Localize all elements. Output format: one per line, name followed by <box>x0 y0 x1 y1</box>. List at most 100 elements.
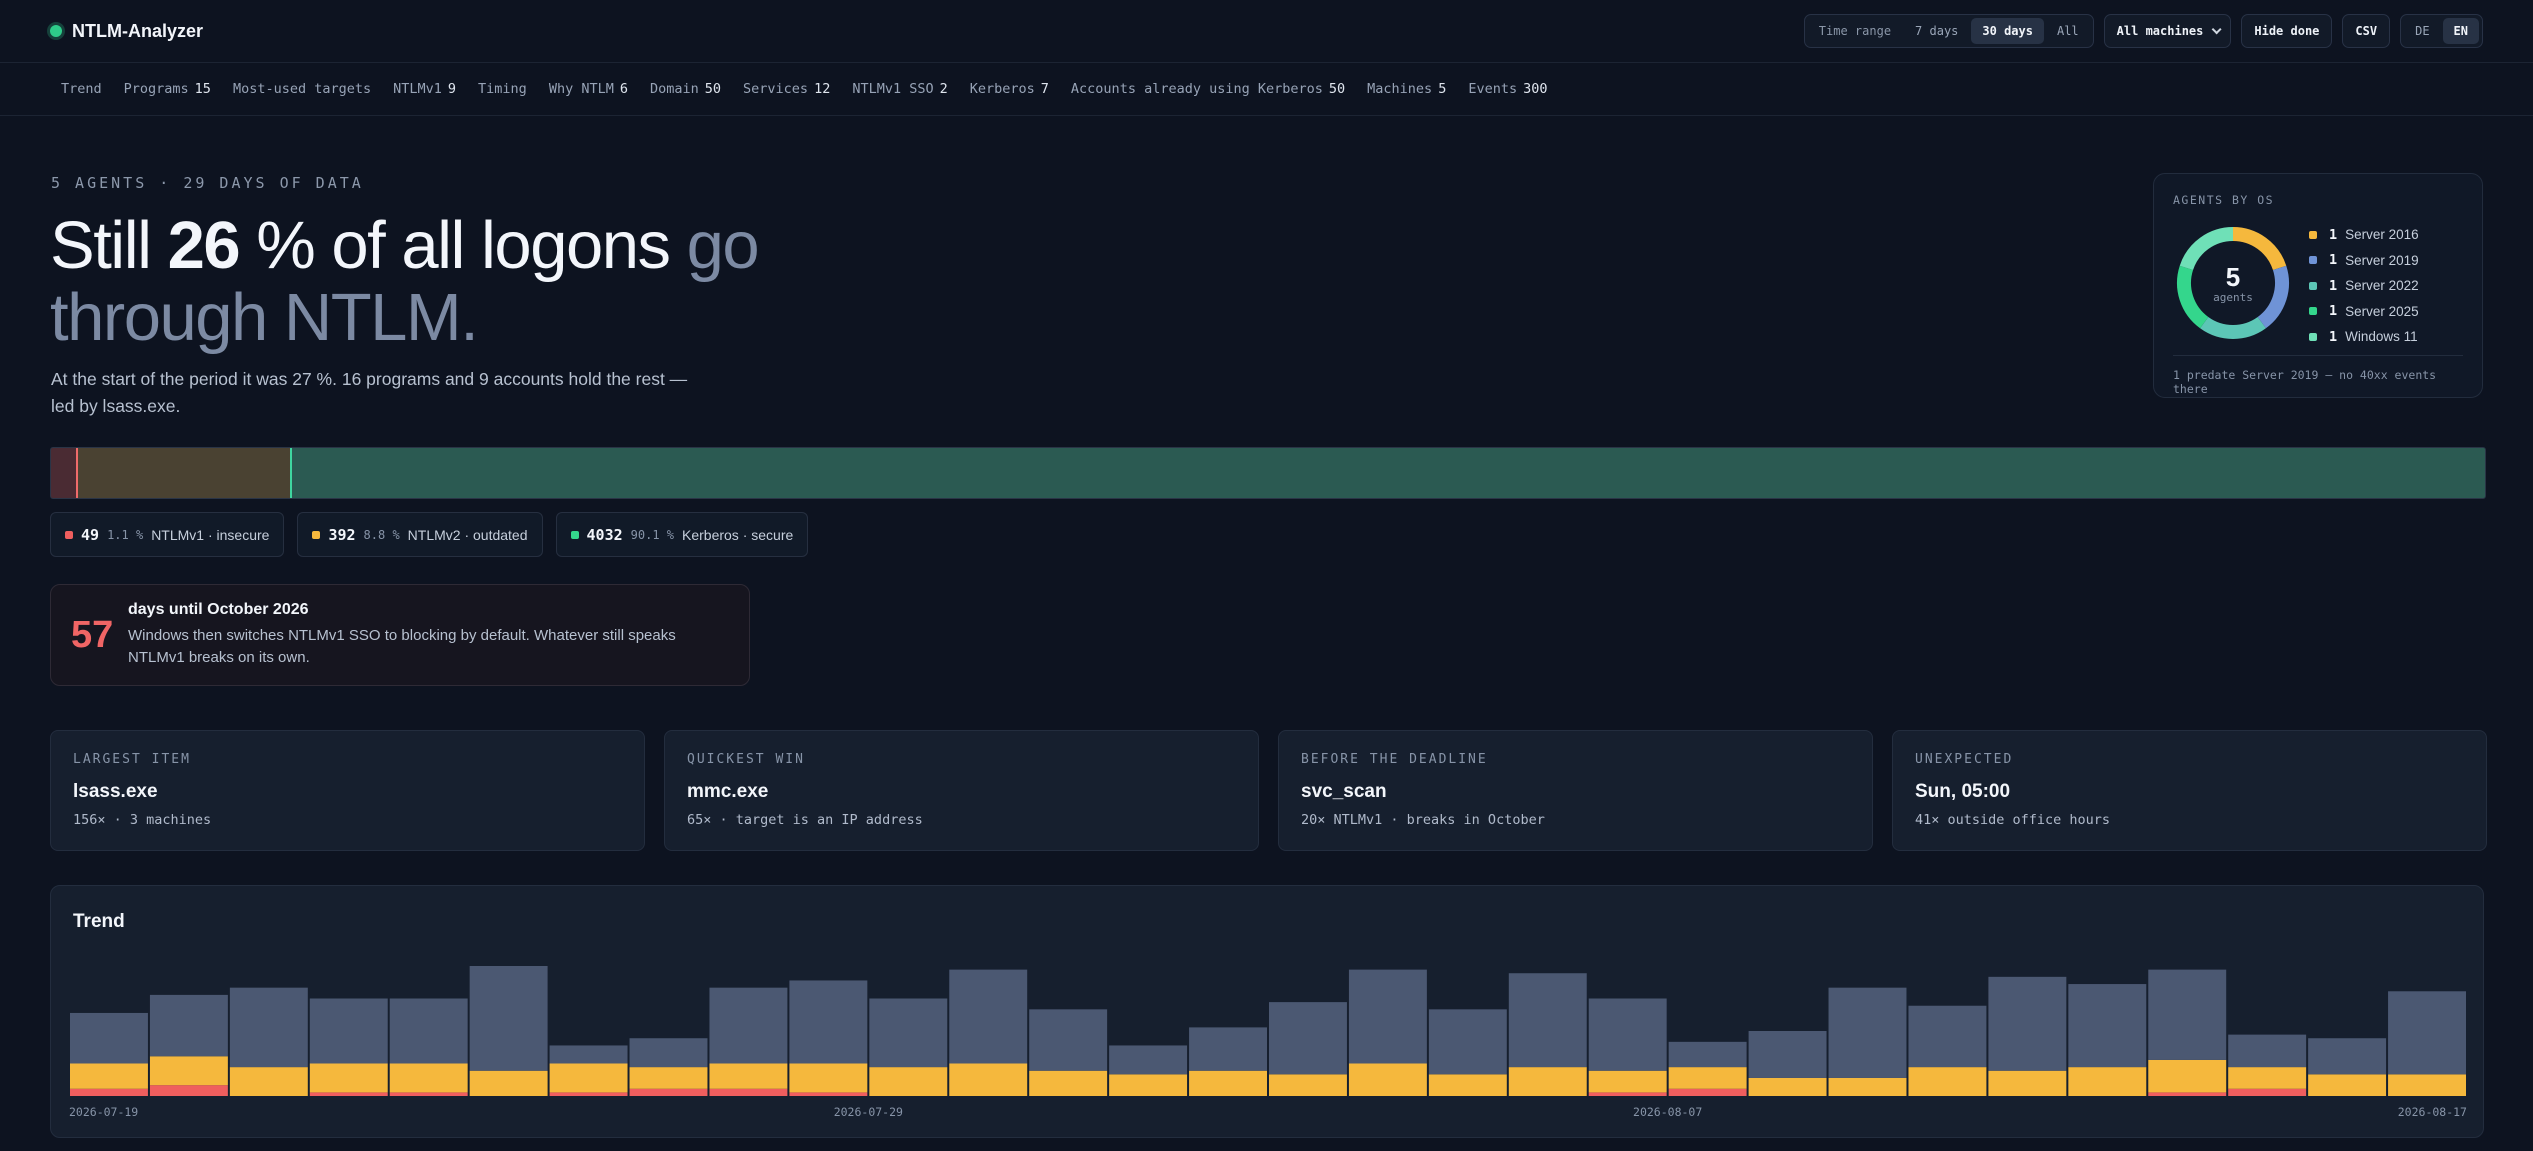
tab-domain[interactable]: Domain 50 <box>639 81 732 97</box>
top-bar: NTLM-Analyzer Time range 7 days 30 days … <box>0 0 2533 63</box>
trend-bar-segment <box>1908 1005 1987 1068</box>
tab-count: 50 <box>704 81 722 97</box>
pill-label: NTLMv1 · insecure <box>151 526 270 543</box>
os-name: Server 2016 <box>2345 227 2419 243</box>
tab-count: 9 <box>447 81 457 97</box>
x-tick-label: 2026-08-07 <box>1633 1105 1702 1119</box>
trend-bar-segment <box>229 1067 308 1096</box>
os-name: Server 2022 <box>2345 278 2419 294</box>
distribution-segment <box>77 448 292 498</box>
pill-count: 49 <box>81 525 100 544</box>
language-de[interactable]: DE <box>2404 18 2440 44</box>
headline-number: 26 <box>167 208 241 283</box>
deadline-body: days until October 2026 Windows then swi… <box>128 601 728 669</box>
deadline-title: days until October 2026 <box>128 601 309 618</box>
trend-bar-segment <box>309 1063 388 1093</box>
tab-why-ntlm[interactable]: Why NTLM 6 <box>538 81 639 97</box>
time-range-30-days[interactable]: 30 days <box>1971 18 2044 44</box>
trend-bar-segment <box>2148 969 2227 1060</box>
machine-select[interactable]: All machines <box>2103 14 2232 48</box>
tab-label: Programs <box>123 81 189 97</box>
headline-mid: % of all logons <box>239 208 687 283</box>
tab-label: Timing <box>478 81 527 97</box>
time-range-all[interactable]: All <box>2046 18 2090 44</box>
trend-bar-segment <box>389 1092 468 1096</box>
trend-bar-segment <box>549 1045 628 1064</box>
tab-accounts-already-using-kerberos[interactable]: Accounts already using Kerberos 50 <box>1060 81 1356 97</box>
tab-label: Domain <box>649 81 699 97</box>
tab-label: Services <box>743 81 809 97</box>
tab-timing[interactable]: Timing <box>467 81 538 97</box>
tab-kerberos[interactable]: Kerberos 7 <box>959 81 1060 97</box>
card-value: lsass.exe <box>73 781 158 802</box>
tab-label: Machines <box>1367 81 1433 97</box>
tab-events[interactable]: Events 300 <box>1457 81 1558 97</box>
os-legend: 1 Server 2016 1 Server 2019 1 Server 2022 1 Ser… <box>2309 222 2419 350</box>
tab-most-used-targets[interactable]: Most-used targets <box>222 81 382 97</box>
protocol-pills: 49 1.1 % NTLMv1 · insecure 392 8.8 % NTLMv2 ·… <box>50 512 809 557</box>
tab-label: NTLMv1 SSO <box>852 81 934 97</box>
agents-total-label: agents <box>2213 290 2253 304</box>
trend-bar-segment <box>309 998 388 1064</box>
tab-services[interactable]: Services 12 <box>732 81 841 97</box>
trend-bar-segment <box>1189 1070 1267 1096</box>
card-value: Sun, 05:00 <box>1915 781 2011 802</box>
tab-ntlmv1-sso[interactable]: NTLMv1 SSO 2 <box>841 81 958 97</box>
trend-bar-segment <box>1828 987 1907 1078</box>
headline-prefix: Still <box>50 208 168 283</box>
trend-bar-segment <box>1828 1077 1907 1096</box>
trend-bar-segment <box>1029 1070 1108 1096</box>
trend-bar-segment <box>709 1088 788 1096</box>
trend-bar-segment <box>869 998 948 1068</box>
headline-muted-2: through NTLM. <box>50 280 479 355</box>
card-detail: 20× NTLMv1 · breaks in October <box>1301 812 1545 828</box>
trend-bar-segment <box>1668 1067 1747 1089</box>
page-title: Still 26 % of all logons go through NTLM. <box>50 210 810 354</box>
tab-label: NTLMv1 <box>393 81 442 97</box>
trend-bar-segment <box>789 980 868 1064</box>
app-title: NTLM-Analyzer <box>72 20 204 41</box>
tab-count: 50 <box>1328 81 1346 97</box>
insight-card-before-the-deadline[interactable]: BEFORE THE DEADLINE svc_scan 20× NTLMv1 · … <box>1278 730 1873 851</box>
trend-bar-segment <box>2388 1074 2466 1096</box>
tab-count: 6 <box>619 81 628 97</box>
trend-bar-segment <box>1428 1009 1507 1075</box>
eyebrow: 5 AGENTS · 29 DAYS OF DATA <box>51 174 364 192</box>
trend-bar-segment <box>2228 1088 2307 1096</box>
trend-bar-segment <box>1109 1045 1188 1075</box>
pill-dot-icon <box>312 530 321 539</box>
tab-ntlmv1[interactable]: NTLMv1 9 <box>382 81 467 97</box>
card-key: QUICKEST WIN <box>687 752 805 767</box>
language-en[interactable]: EN <box>2442 18 2479 44</box>
tab-count: 7 <box>1040 81 1049 97</box>
csv-button[interactable]: CSV <box>2342 14 2391 48</box>
legend-swatch <box>2309 332 2317 341</box>
tab-trend[interactable]: Trend <box>50 81 113 97</box>
tab-label: Accounts already using Kerberos <box>1070 81 1323 97</box>
trend-bar-segment <box>70 1012 148 1064</box>
insight-card-quickest-win[interactable]: QUICKEST WIN mmc.exe 65× · target is an IP… <box>664 730 1259 851</box>
trend-bar-segment <box>2228 1067 2307 1089</box>
os-card-title: AGENTS BY OS <box>2173 193 2275 207</box>
tab-count: 2 <box>939 81 948 97</box>
deadline-text: Windows then switches NTLMv1 SSO to bloc… <box>128 627 676 666</box>
trend-bar-segment <box>469 1070 548 1096</box>
tab-machines[interactable]: Machines 5 <box>1356 81 1457 97</box>
os-legend-item: 1 Server 2025 <box>2309 299 2419 325</box>
insight-card-largest-item[interactable]: LARGEST ITEM lsass.exe 156× · 3 machines <box>50 730 645 851</box>
pill-count: 4032 <box>586 525 623 544</box>
trend-bar-segment <box>1988 1070 2067 1096</box>
tab-programs[interactable]: Programs 15 <box>113 81 222 97</box>
trend-bar-segment <box>1668 1088 1747 1096</box>
donut-center: 5 agents <box>2176 226 2290 340</box>
trend-bar-segment <box>709 1063 788 1089</box>
time-range-7-days[interactable]: 7 days <box>1904 18 1969 44</box>
pill-percent: 8.8 % <box>363 527 400 542</box>
insight-card-unexpected[interactable]: UNEXPECTED Sun, 05:00 41× outside office h… <box>1892 730 2487 851</box>
insight-cards: LARGEST ITEM lsass.exe 156× · 3 machines QU… <box>50 730 2487 851</box>
trend-bar-segment <box>2388 991 2466 1075</box>
trend-bar-segment <box>629 1088 708 1096</box>
trend-panel: Trend 2026-07-19 2026-07-29 2026-08-07 2026… <box>50 885 2484 1138</box>
tab-label: Most-used targets <box>232 81 372 97</box>
hide-done-button[interactable]: Hide done <box>2241 14 2333 48</box>
